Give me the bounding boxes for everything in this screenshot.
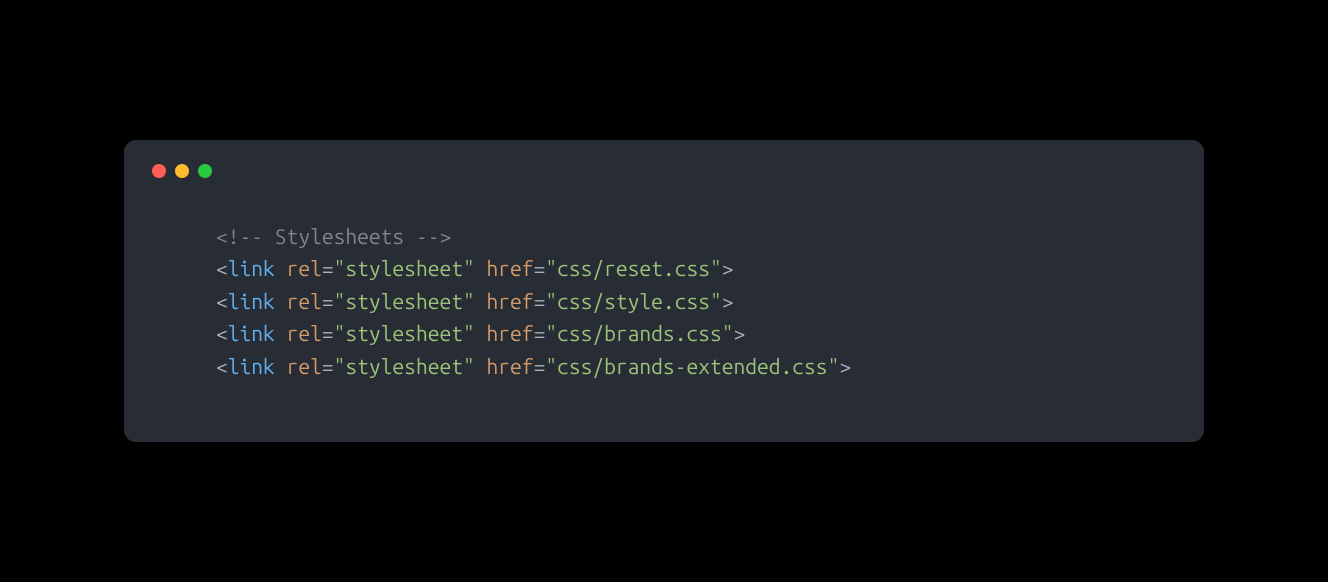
code-block: <!-- Stylesheets --><link rel="styleshee…: [152, 220, 1176, 383]
attr-name: href: [487, 354, 534, 378]
code-line: <link rel="stylesheet" href="css/style.c…: [216, 285, 1176, 318]
comment-close: -->: [416, 224, 451, 248]
code-line: <link rel="stylesheet" href="css/reset.c…: [216, 252, 1176, 285]
equals: =: [322, 321, 334, 345]
attr-name: rel: [287, 321, 322, 345]
attr-name: href: [487, 321, 534, 345]
attr-name: rel: [287, 256, 322, 280]
attr-name: href: [487, 289, 534, 313]
bracket-open: <: [216, 256, 228, 280]
comment-text: Stylesheets: [263, 224, 416, 248]
equals: =: [534, 354, 546, 378]
bracket-close: >: [722, 289, 734, 313]
close-icon[interactable]: [152, 164, 166, 178]
equals: =: [534, 289, 546, 313]
code-line: <link rel="stylesheet" href="css/brands.…: [216, 317, 1176, 350]
tag-name: link: [228, 289, 275, 313]
attr-value: "css/style.css": [545, 289, 721, 313]
code-line-comment: <!-- Stylesheets -->: [216, 220, 1176, 253]
attr-value: "css/brands.css": [545, 321, 733, 345]
attr-value: "stylesheet": [334, 289, 475, 313]
comment-open: <!--: [216, 224, 263, 248]
bracket-close: >: [839, 354, 851, 378]
attr-value: "css/brands-extended.css": [545, 354, 839, 378]
traffic-lights: [152, 164, 1176, 178]
attr-name: rel: [287, 354, 322, 378]
attr-value: "css/reset.css": [545, 256, 721, 280]
code-window: <!-- Stylesheets --><link rel="styleshee…: [124, 140, 1204, 443]
equals: =: [322, 289, 334, 313]
equals: =: [322, 354, 334, 378]
bracket-open: <: [216, 289, 228, 313]
tag-name: link: [228, 256, 275, 280]
bracket-close: >: [722, 256, 734, 280]
equals: =: [322, 256, 334, 280]
attr-value: "stylesheet": [334, 256, 475, 280]
maximize-icon[interactable]: [198, 164, 212, 178]
tag-name: link: [228, 354, 275, 378]
bracket-close: >: [734, 321, 746, 345]
attr-value: "stylesheet": [334, 354, 475, 378]
equals: =: [534, 256, 546, 280]
attr-name: rel: [287, 289, 322, 313]
code-line: <link rel="stylesheet" href="css/brands-…: [216, 350, 1176, 383]
attr-name: href: [487, 256, 534, 280]
attr-value: "stylesheet": [334, 321, 475, 345]
bracket-open: <: [216, 354, 228, 378]
bracket-open: <: [216, 321, 228, 345]
equals: =: [534, 321, 546, 345]
tag-name: link: [228, 321, 275, 345]
minimize-icon[interactable]: [175, 164, 189, 178]
